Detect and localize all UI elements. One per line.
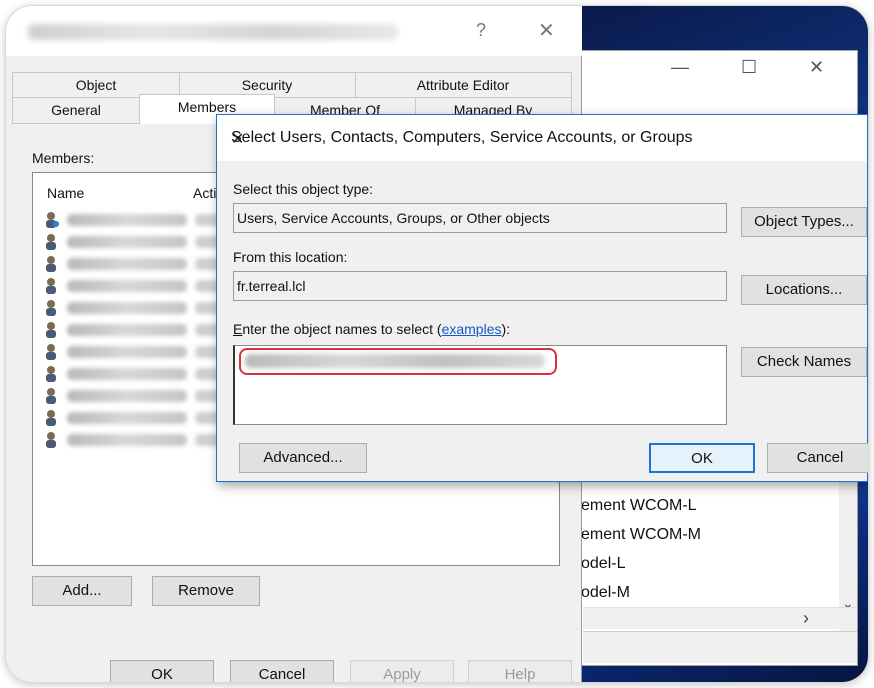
column-header-active[interactable]: Acti bbox=[193, 185, 216, 201]
user-icon bbox=[46, 366, 56, 382]
cancel-button[interactable]: Cancel bbox=[230, 660, 334, 682]
table-row[interactable] bbox=[45, 297, 245, 319]
help-icon[interactable]: ? bbox=[476, 20, 486, 41]
table-row[interactable] bbox=[45, 209, 245, 231]
background-list: ement WCOM-L ement WCOM-M odel-L odel-M bbox=[581, 491, 701, 607]
location-label: From this location: bbox=[233, 249, 348, 265]
redacted-window-title bbox=[28, 24, 398, 40]
remove-button[interactable]: Remove bbox=[152, 576, 260, 606]
table-row[interactable] bbox=[45, 429, 245, 451]
locations-button[interactable]: Locations... bbox=[741, 275, 867, 305]
list-item[interactable]: ement WCOM-M bbox=[581, 520, 701, 549]
advanced-button[interactable]: Advanced... bbox=[239, 443, 367, 473]
screenshot-frame: — ☐ ✕ ement WCOM-L ement WCOM-M odel-L o… bbox=[6, 6, 868, 682]
table-row[interactable] bbox=[45, 407, 245, 429]
apply-button[interactable]: Apply bbox=[350, 660, 454, 682]
select-users-dialog: Select Users, Contacts, Computers, Servi… bbox=[216, 114, 868, 482]
user-icon bbox=[46, 278, 56, 294]
ok-button[interactable]: OK bbox=[110, 660, 214, 682]
user-icon bbox=[46, 388, 56, 404]
members-label: Members: bbox=[32, 150, 95, 166]
object-types-button[interactable]: Object Types... bbox=[741, 207, 867, 237]
list-item[interactable]: odel-M bbox=[581, 578, 701, 607]
user-icon bbox=[46, 410, 56, 426]
add-button[interactable]: Add... bbox=[32, 576, 132, 606]
ok-button[interactable]: OK bbox=[649, 443, 755, 473]
minimize-icon[interactable]: — bbox=[671, 57, 689, 78]
user-icon bbox=[46, 256, 56, 272]
chevron-right-icon[interactable]: › bbox=[803, 608, 809, 629]
object-names-label: Enter the object names to select (exampl… bbox=[233, 321, 511, 337]
user-icon bbox=[46, 322, 56, 338]
list-item[interactable]: odel-L bbox=[581, 549, 701, 578]
tab-row-top: Object Security Attribute Editor bbox=[12, 72, 572, 98]
properties-title-bar: ? ✕ bbox=[6, 6, 582, 56]
column-header-name[interactable]: Name bbox=[47, 185, 84, 201]
table-row[interactable] bbox=[45, 231, 245, 253]
object-type-field: Users, Service Accounts, Groups, or Othe… bbox=[233, 203, 727, 233]
table-row[interactable] bbox=[45, 385, 245, 407]
table-row[interactable] bbox=[45, 363, 245, 385]
close-icon[interactable]: ✕ bbox=[809, 57, 824, 78]
user-icon bbox=[46, 300, 56, 316]
maximize-icon[interactable]: ☐ bbox=[741, 57, 757, 78]
close-icon[interactable]: ✕ bbox=[538, 18, 555, 43]
location-field: fr.terreal.lcl bbox=[233, 271, 727, 301]
user-icon bbox=[46, 432, 56, 448]
help-button[interactable]: Help bbox=[468, 660, 572, 682]
object-names-input[interactable] bbox=[233, 345, 727, 425]
user-icon bbox=[46, 212, 59, 228]
background-window-footer bbox=[583, 631, 857, 663]
check-names-button[interactable]: Check Names bbox=[741, 347, 867, 377]
table-row[interactable] bbox=[45, 341, 245, 363]
user-icon bbox=[46, 344, 56, 360]
tab-general[interactable]: General bbox=[13, 98, 139, 122]
table-row[interactable] bbox=[45, 275, 245, 297]
horizontal-scrollbar[interactable]: › bbox=[583, 607, 857, 629]
cancel-button[interactable]: Cancel bbox=[767, 443, 868, 473]
examples-link[interactable]: examples bbox=[442, 321, 502, 337]
tab-attribute-editor[interactable]: Attribute Editor bbox=[355, 73, 571, 97]
select-dialog-title-bar: Select Users, Contacts, Computers, Servi… bbox=[217, 115, 867, 161]
user-icon bbox=[46, 234, 56, 250]
object-type-label: Select this object type: bbox=[233, 181, 374, 197]
table-row[interactable] bbox=[45, 253, 245, 275]
highlight-annotation bbox=[239, 348, 557, 375]
table-row[interactable] bbox=[45, 319, 245, 341]
close-icon[interactable]: ✕ bbox=[231, 129, 863, 149]
list-item[interactable]: ement WCOM-L bbox=[581, 491, 701, 520]
